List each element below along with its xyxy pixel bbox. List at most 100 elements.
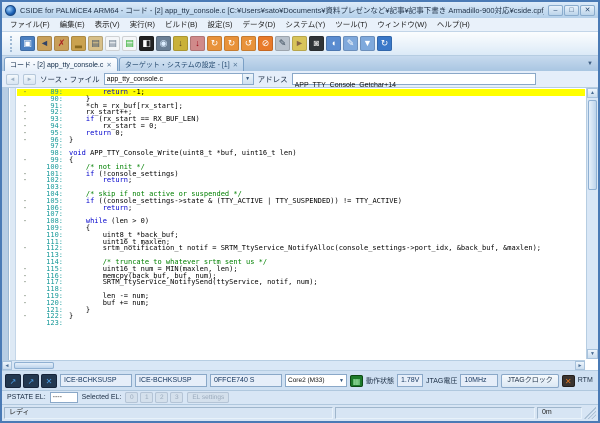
tab-code[interactable]: コード - [2] app_tty_console.c✕ bbox=[4, 57, 118, 71]
run-control-1-button[interactable]: ↗ bbox=[5, 374, 21, 388]
code-editor[interactable]: -89: return -1;90: }-91: *ch = rx_buf[rx… bbox=[2, 88, 598, 371]
menu-item-settings[interactable]: 設定(S) bbox=[204, 18, 237, 31]
breakpoint-marker[interactable]: - bbox=[17, 279, 33, 286]
vertical-scrollbar[interactable]: ▲ ▼ bbox=[586, 88, 598, 359]
vertical-scroll-thumb[interactable] bbox=[588, 100, 597, 190]
breakpoint-marker[interactable]: - bbox=[17, 157, 33, 164]
source-file-combobox[interactable]: ▼ bbox=[104, 73, 254, 85]
edit-sphere-icon[interactable]: ✎ bbox=[275, 36, 290, 51]
run-control-stop-button[interactable]: ✕ bbox=[41, 374, 57, 388]
combo-dropdown-icon[interactable]: ▼ bbox=[242, 74, 253, 84]
edit-page-icon[interactable]: ✎ bbox=[343, 36, 358, 51]
code-line[interactable]: -108: while (len > 0) bbox=[17, 218, 585, 225]
code-line[interactable]: -96:} bbox=[17, 137, 585, 144]
menu-item-data[interactable]: データ(D) bbox=[239, 18, 280, 31]
minimize-button[interactable]: – bbox=[548, 5, 563, 16]
breakpoint-marker[interactable]: - bbox=[17, 313, 33, 320]
pstate-el-value: ---- bbox=[50, 392, 78, 403]
code-text: return; bbox=[63, 177, 132, 184]
el-button-3[interactable]: 3 bbox=[170, 392, 183, 403]
close-button[interactable]: ✕ bbox=[580, 5, 595, 16]
project-files-icon[interactable]: ▤ bbox=[88, 36, 103, 51]
rtm-label: RTM bbox=[578, 377, 593, 384]
debug-status-bar: ↗↗✕ ICE-BCHKSUSP ICE-BCHKSUSP 0FFCE740 S… bbox=[2, 371, 598, 391]
breakpoint-marker[interactable]: - bbox=[17, 177, 33, 184]
el-button-1[interactable]: 1 bbox=[140, 392, 153, 403]
menu-item-view[interactable]: 表示(V) bbox=[91, 18, 124, 31]
breakpoint-marker[interactable]: - bbox=[17, 137, 33, 144]
resize-grip[interactable] bbox=[584, 407, 596, 419]
menu-item-window[interactable]: ウィンドウ(W) bbox=[373, 18, 431, 31]
watch-add-icon[interactable]: ▤ bbox=[122, 36, 137, 51]
core-select[interactable]: Core2 (M33) ▼ bbox=[285, 374, 347, 387]
menu-item-help[interactable]: ヘルプ(H) bbox=[433, 18, 474, 31]
save-page-icon[interactable]: ▼ bbox=[360, 36, 375, 51]
el-button-0[interactable]: 0 bbox=[125, 392, 138, 403]
status-middle-panel bbox=[335, 407, 535, 419]
horizontal-scroll-thumb[interactable] bbox=[14, 362, 54, 369]
code-line[interactable]: 98:void APP_TTY_Console_Write(uint8_t *b… bbox=[17, 150, 585, 157]
back-button[interactable]: ◄ bbox=[6, 74, 19, 85]
address-field[interactable] bbox=[292, 73, 536, 85]
code-line[interactable]: -89: return -1; bbox=[17, 89, 585, 96]
maximize-button[interactable]: □ bbox=[564, 5, 579, 16]
code-line[interactable]: -112: srtm_notification_t notif = SRTM_T… bbox=[17, 245, 585, 252]
jtag-clock-button[interactable]: JTAGクロック bbox=[501, 374, 558, 388]
breakpoint-marker[interactable]: - bbox=[17, 245, 33, 252]
tab-close-icon[interactable]: ✕ bbox=[106, 61, 111, 69]
code-line[interactable]: 123: bbox=[17, 320, 585, 327]
reset-run-icon[interactable]: ↻ bbox=[207, 36, 222, 51]
menu-item-file[interactable]: ファイル(F) bbox=[6, 18, 54, 31]
menu-item-build[interactable]: ビルド(B) bbox=[161, 18, 202, 31]
code-line[interactable]: -102: return; bbox=[17, 177, 585, 184]
code-line[interactable]: -122:} bbox=[17, 313, 585, 320]
snapshot-icon[interactable]: ◙ bbox=[309, 36, 324, 51]
download-icon[interactable]: ↓ bbox=[173, 36, 188, 51]
code-line[interactable]: -120: buf += num; bbox=[17, 300, 585, 307]
source-file-input[interactable] bbox=[105, 74, 242, 84]
scroll-left-icon[interactable]: ◄ bbox=[2, 361, 12, 370]
menu-item-tools[interactable]: ツール(T) bbox=[331, 18, 371, 31]
scroll-down-icon[interactable]: ▼ bbox=[587, 349, 598, 359]
close-source-icon[interactable]: ✗ bbox=[54, 36, 69, 51]
tab-close-icon[interactable]: ✕ bbox=[233, 61, 238, 69]
breakpoint-marker[interactable]: - bbox=[17, 205, 33, 212]
run-control-2-button[interactable]: ↗ bbox=[23, 374, 39, 388]
scroll-up-icon[interactable]: ▲ bbox=[587, 88, 598, 98]
stop-icon[interactable]: ⊘ bbox=[258, 36, 273, 51]
reset-icon[interactable]: ↻ bbox=[224, 36, 239, 51]
breakpoint-marker bbox=[17, 184, 33, 191]
breakpoint-marker[interactable]: - bbox=[17, 218, 33, 225]
jtag-clock-value: 10MHz bbox=[460, 374, 498, 387]
ice-status-field-1: ICE-BCHKSUSP bbox=[60, 374, 132, 387]
menu-item-system[interactable]: システム(Y) bbox=[281, 18, 329, 31]
flash-write-icon[interactable]: ► bbox=[292, 36, 307, 51]
breakpoint-marker[interactable]: - bbox=[17, 300, 33, 307]
code-line[interactable]: -95: return 0; bbox=[17, 130, 585, 137]
horizontal-scrollbar[interactable]: ◄ ► bbox=[2, 360, 585, 370]
menu-item-run[interactable]: 実行(R) bbox=[126, 18, 159, 31]
memory-view-icon[interactable]: ◧ bbox=[139, 36, 154, 51]
code-text: } bbox=[63, 137, 73, 144]
watch-list-icon[interactable]: ▤ bbox=[105, 36, 120, 51]
code-line[interactable]: -117: SRTM_TtyService_NotifySend(ttyServ… bbox=[17, 279, 585, 286]
breakpoint-marker[interactable]: - bbox=[17, 89, 33, 96]
menu-item-edit[interactable]: 編集(E) bbox=[56, 18, 89, 31]
forward-button[interactable]: ► bbox=[23, 74, 36, 85]
code-window-icon[interactable]: ▣ bbox=[20, 36, 35, 51]
search-icon[interactable]: ◉ bbox=[156, 36, 171, 51]
scroll-right-icon[interactable]: ► bbox=[575, 361, 585, 370]
reset-break-icon[interactable]: ↺ bbox=[241, 36, 256, 51]
el-settings-button[interactable]: EL settings bbox=[187, 392, 229, 403]
code-line[interactable]: -106: return; bbox=[17, 205, 585, 212]
tab-list-chevron-icon[interactable]: ▼ bbox=[584, 61, 596, 67]
open-folder-icon[interactable]: ▂ bbox=[71, 36, 86, 51]
code-line[interactable]: 121: } bbox=[17, 307, 585, 314]
core-select-dropdown-icon[interactable]: ▼ bbox=[337, 378, 346, 384]
comment-icon[interactable]: ◖ bbox=[326, 36, 341, 51]
download-stop-icon[interactable]: ↓ bbox=[190, 36, 205, 51]
tab-target-settings[interactable]: ターゲット・システムの設定 - [1]✕ bbox=[119, 57, 244, 71]
sync-icon[interactable]: ↻ bbox=[377, 36, 392, 51]
el-button-2[interactable]: 2 bbox=[155, 392, 168, 403]
open-source-icon[interactable]: ◄ bbox=[37, 36, 52, 51]
